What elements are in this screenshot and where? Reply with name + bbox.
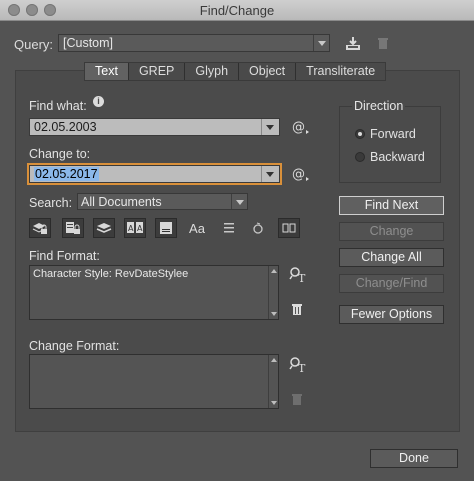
find-format-text: Character Style: RevDateStylee xyxy=(33,268,189,280)
change-find-button[interactable]: Change/Find xyxy=(339,274,444,293)
kana-sensitive-button[interactable] xyxy=(247,218,269,238)
find-format-scrollbar[interactable] xyxy=(268,266,278,319)
save-query-icon xyxy=(346,36,360,50)
tab-grep[interactable]: GREP xyxy=(127,63,185,80)
query-value: [Custom] xyxy=(63,36,114,50)
change-to-value: 02.05.2017 xyxy=(34,167,99,181)
hidden-layers-icon xyxy=(96,223,112,233)
find-what-value: 02.05.2003 xyxy=(34,120,97,134)
query-label: Query: xyxy=(14,37,54,52)
include-locked-stories-button[interactable] xyxy=(62,218,84,238)
locked-layers-icon xyxy=(32,223,47,234)
whole-word-icon xyxy=(224,223,234,233)
case-sensitive-icon: Aa xyxy=(189,220,205,236)
find-what-label: Find what: xyxy=(29,99,87,113)
trash-icon xyxy=(292,304,302,315)
tab-glyph[interactable]: Glyph xyxy=(184,63,239,80)
info-icon[interactable]: i xyxy=(93,96,104,107)
footnotes-icon xyxy=(160,222,172,234)
format-magnify-icon: T xyxy=(289,357,306,375)
clear-change-format-button[interactable] xyxy=(291,392,303,406)
change-button[interactable]: Change xyxy=(339,222,444,241)
include-footnotes-button[interactable] xyxy=(155,218,177,238)
forward-label: Forward xyxy=(370,127,416,141)
case-sensitive-button[interactable]: Aa xyxy=(186,218,208,238)
find-special-characters-button[interactable]: @ xyxy=(291,118,311,136)
direction-title: Direction xyxy=(352,99,406,113)
whole-word-button[interactable] xyxy=(218,218,240,238)
save-query-button[interactable] xyxy=(344,34,362,52)
tab-transliterate[interactable]: Transliterate xyxy=(295,63,386,80)
backward-label: Backward xyxy=(370,150,425,164)
search-scope-select[interactable]: All Documents xyxy=(77,193,248,210)
tab-text[interactable]: Text xyxy=(85,63,128,80)
trash-icon xyxy=(378,38,388,49)
chevron-down-icon xyxy=(313,35,329,51)
specify-change-format-button[interactable]: T xyxy=(289,356,307,375)
at-sign-icon: @ xyxy=(292,120,309,135)
change-to-dropdown-icon[interactable] xyxy=(261,166,279,182)
search-label: Search: xyxy=(29,196,73,210)
delete-query-button[interactable] xyxy=(374,34,392,52)
svg-text:@: @ xyxy=(292,120,305,135)
forward-radio[interactable] xyxy=(355,129,365,139)
include-master-pages-button[interactable]: AA xyxy=(124,218,146,238)
find-format-box[interactable]: Character Style: RevDateStylee xyxy=(29,265,279,320)
svg-text:A: A xyxy=(137,224,143,233)
change-all-button[interactable]: Change All xyxy=(339,248,444,267)
locked-stories-icon xyxy=(66,222,80,234)
svg-text:T: T xyxy=(298,272,306,284)
clear-find-format-button[interactable] xyxy=(291,302,303,316)
change-format-label: Change Format: xyxy=(29,339,120,353)
chevron-down-icon xyxy=(231,194,247,209)
query-select[interactable]: [Custom] xyxy=(58,34,330,52)
tab-object[interactable]: Object xyxy=(238,63,296,80)
include-hidden-layers-button[interactable] xyxy=(93,218,115,238)
specify-find-format-button[interactable]: T xyxy=(289,266,307,285)
trash-icon xyxy=(292,394,302,405)
find-next-button[interactable]: Find Next xyxy=(339,196,444,215)
find-format-label: Find Format: xyxy=(29,249,100,263)
fewer-options-button[interactable]: Fewer Options xyxy=(339,305,444,324)
backward-radio[interactable] xyxy=(355,152,365,162)
direction-forward-option[interactable]: Forward xyxy=(355,127,416,141)
mode-tabs: Text GREP Glyph Object Transliterate xyxy=(84,62,387,81)
format-magnify-icon: T xyxy=(289,267,306,285)
width-sensitive-icon xyxy=(282,223,296,233)
at-sign-icon: @ xyxy=(292,167,309,182)
master-pages-icon: AA xyxy=(127,222,143,233)
width-sensitive-button[interactable] xyxy=(278,218,300,238)
svg-text:@: @ xyxy=(292,167,305,182)
search-scope-value: All Documents xyxy=(81,195,162,209)
find-what-field[interactable]: 02.05.2003 xyxy=(29,118,280,136)
change-format-box[interactable] xyxy=(29,354,279,409)
change-to-field[interactable]: 02.05.2017 xyxy=(27,163,282,185)
window-title: Find/Change xyxy=(199,3,275,18)
done-button[interactable]: Done xyxy=(370,449,458,468)
svg-text:A: A xyxy=(128,224,134,233)
title-bar: Find/Change xyxy=(0,0,474,21)
find-what-dropdown-icon[interactable] xyxy=(261,119,279,135)
change-special-characters-button[interactable]: @ xyxy=(291,165,311,183)
change-to-label: Change to: xyxy=(29,147,91,161)
kana-sensitive-icon xyxy=(253,222,263,234)
include-locked-layers-button[interactable] xyxy=(29,218,51,238)
direction-backward-option[interactable]: Backward xyxy=(355,150,425,164)
direction-group xyxy=(339,106,441,183)
svg-text:T: T xyxy=(298,362,306,374)
change-format-scrollbar[interactable] xyxy=(268,355,278,408)
